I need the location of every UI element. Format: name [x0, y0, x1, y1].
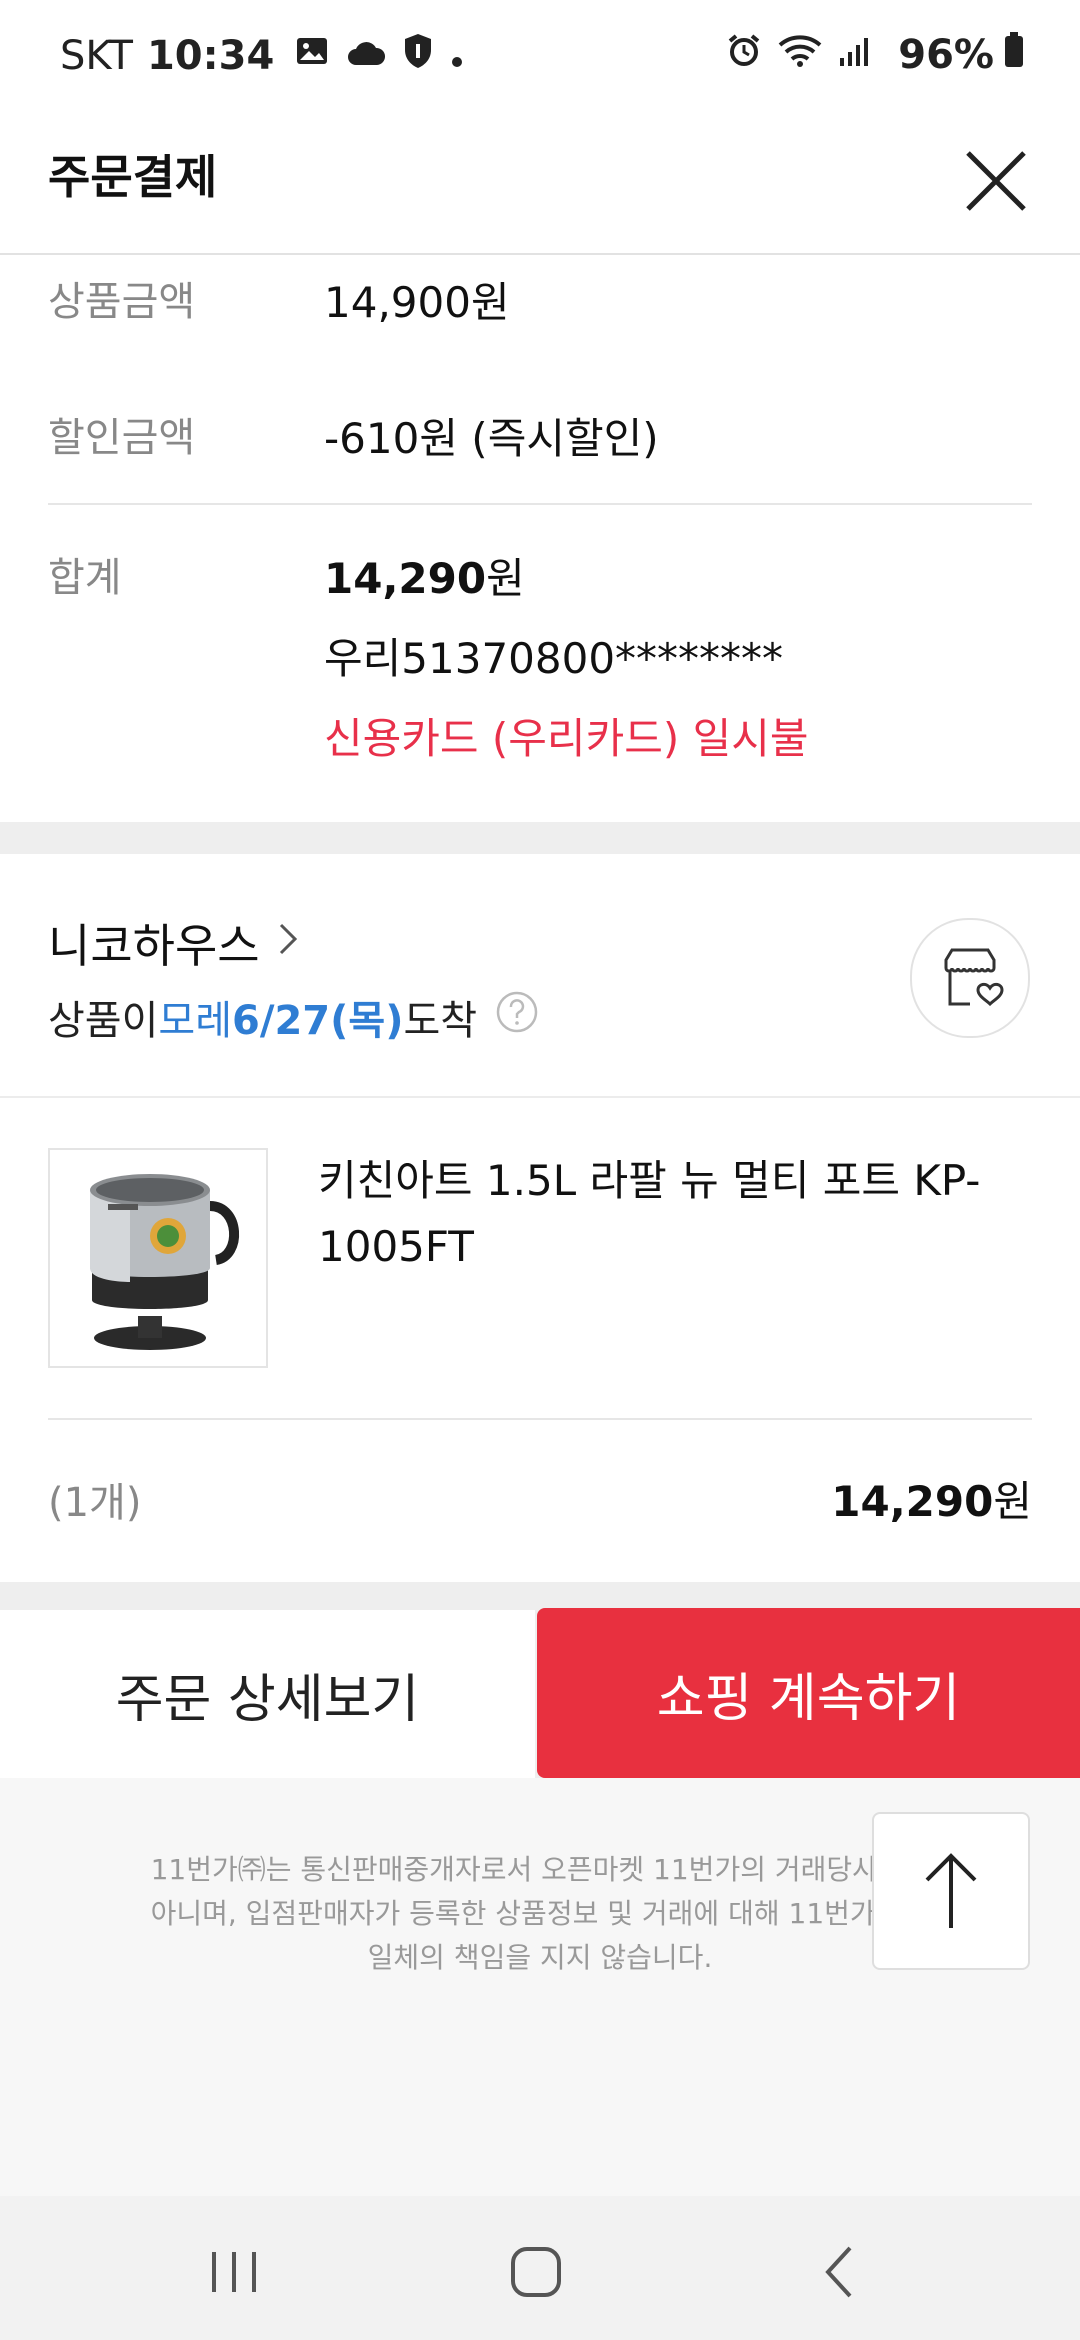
page-title: 주문결제 — [48, 150, 218, 204]
recent-apps-icon — [212, 2252, 256, 2292]
item-quantity: (1개) — [48, 1480, 142, 1526]
carrier-label: SKT — [60, 33, 133, 79]
item-divider — [48, 1418, 1032, 1420]
close-button[interactable] — [948, 133, 1044, 229]
home-button[interactable] — [496, 2232, 576, 2312]
section-gap — [0, 822, 1080, 854]
battery-percent: 96% — [898, 32, 994, 78]
shop-divider — [0, 1096, 1080, 1098]
gallery-icon — [294, 33, 330, 79]
product-name[interactable]: 키친아트 1.5L 라팔 뉴 멀티 포트 KP-1005FT — [318, 1148, 1018, 1280]
order-item-section: 니코하우스 상품이 모레 6/27(목) 도착 키친아트 1.5L 라팔 뉴 멀… — [0, 854, 1080, 1582]
chevron-right-icon — [276, 916, 300, 970]
item-price: 14,290원 — [831, 1468, 1032, 1529]
cloud-icon — [346, 33, 386, 79]
payment-account: 우리51370800******** — [324, 634, 784, 683]
shield-icon — [402, 32, 434, 80]
footer: 11번가㈜는 통신판매중개자로서 오픈마켓 11번가의 거래당사자가 아니며, … — [0, 1778, 1080, 2196]
payment-summary: 상품금액 14,900원 할인금액 -610원 (즉시할인) 합계 14,290… — [0, 255, 1080, 822]
shop-name: 니코하우스 — [48, 919, 260, 973]
dot-icon — [450, 33, 464, 79]
close-icon — [966, 151, 1026, 211]
price-number: 14,290 — [831, 1477, 994, 1526]
notice-line-1: 11번가㈜는 통신판매중개자로서 오픈마켓 11번가의 거래당사자가 — [150, 1853, 930, 1886]
total-unit: 원 — [486, 554, 525, 603]
signal-icon — [838, 32, 872, 78]
continue-shopping-button[interactable]: 쇼핑 계속하기 — [537, 1608, 1080, 1778]
delivery-date: 6/27(목) — [232, 998, 404, 1044]
discount-value: -610원 (즉시할인) — [324, 414, 659, 463]
payment-method: 신용카드 (우리카드) 일시불 — [324, 714, 809, 763]
arrow-up-icon — [925, 1853, 977, 1928]
legal-notice: 11번가㈜는 통신판매중개자로서 오픈마켓 11번가의 거래당사자가 아니며, … — [120, 1848, 960, 1980]
battery-icon — [1004, 32, 1024, 78]
recent-apps-button[interactable] — [194, 2232, 274, 2312]
notice-line-2: 아니며, 입점판매자가 등록한 상품정보 및 거래에 대해 11번가㈜는 — [150, 1897, 930, 1930]
help-icon[interactable] — [495, 990, 539, 1044]
product-amount-value: 14,900원 — [324, 278, 510, 327]
status-right: 96% — [726, 32, 1024, 78]
clock: 10:34 — [146, 33, 275, 79]
page-header: 주문결제 — [0, 115, 1080, 255]
back-icon — [825, 2246, 852, 2298]
delivery-prefix: 상품이 — [48, 998, 159, 1044]
store-heart-icon — [944, 948, 1004, 1007]
status-left: SKT 10:34 — [60, 32, 480, 80]
discount-label: 할인금액 — [48, 415, 196, 461]
total-number: 14,290 — [324, 554, 487, 603]
delivery-day: 모레 — [158, 998, 233, 1044]
product-thumbnail[interactable] — [48, 1148, 268, 1368]
order-detail-button[interactable]: 주문 상세보기 — [0, 1610, 535, 1778]
delivery-suffix: 도착 — [403, 998, 478, 1044]
back-button[interactable] — [800, 2232, 880, 2312]
wifi-icon — [778, 32, 822, 78]
home-icon — [511, 2247, 561, 2297]
alarm-icon — [726, 32, 762, 78]
price-unit: 원 — [993, 1477, 1032, 1526]
system-nav-bar — [0, 2196, 1080, 2340]
notice-line-3: 일체의 책임을 지지 않습니다. — [367, 1941, 713, 1974]
product-amount-label: 상품금액 — [48, 279, 196, 325]
scroll-top-button[interactable] — [872, 1812, 1030, 1970]
action-buttons: 주문 상세보기 쇼핑 계속하기 — [0, 1582, 1080, 1778]
status-bar: SKT 10:34 96% — [0, 0, 1080, 115]
delivery-info: 상품이 모레 6/27(목) 도착 — [48, 988, 539, 1046]
shop-link[interactable]: 니코하우스 — [48, 910, 300, 976]
kettle-image — [90, 1174, 240, 1350]
total-label: 합계 — [48, 555, 122, 601]
total-value: 14,290원 — [324, 545, 525, 606]
store-favorite-button[interactable] — [910, 918, 1030, 1038]
summary-divider — [48, 503, 1032, 505]
